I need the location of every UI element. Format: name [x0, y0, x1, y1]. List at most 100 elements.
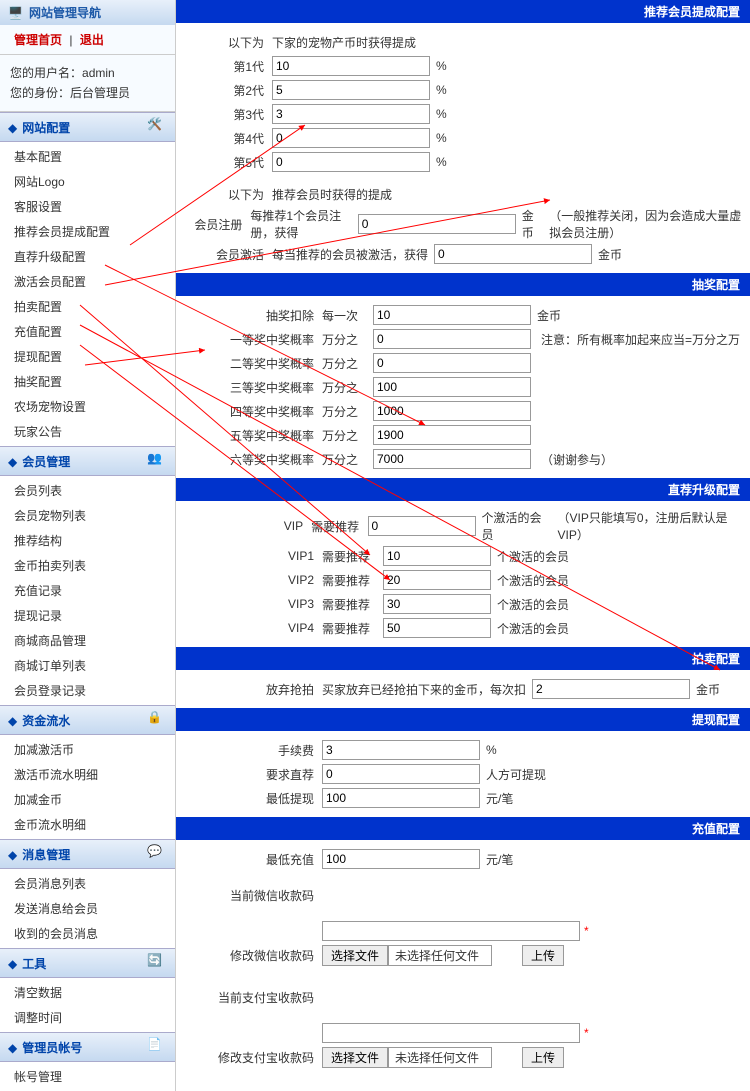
gen-label: 第4代 [184, 130, 272, 147]
sidebar-item[interactable]: 加减金币 [0, 787, 175, 812]
gen-5-input[interactable] [272, 152, 430, 172]
section-title: 工具 [22, 957, 46, 971]
sidebar-item[interactable]: 金币拍卖列表 [0, 553, 175, 578]
panel-upgrade-title: 直荐升级配置 [176, 478, 750, 501]
sidebar-item[interactable]: 激活币流水明细 [0, 762, 175, 787]
sidebar-item[interactable]: 加减激活币 [0, 737, 175, 762]
sidebar-item[interactable]: 金币流水明细 [0, 812, 175, 837]
vip-label: VIP [184, 519, 311, 533]
withdraw-1-input[interactable] [322, 764, 480, 784]
refresh-icon: 🔄 [147, 953, 167, 973]
prize-3-input[interactable] [373, 377, 531, 397]
prize-2-input[interactable] [373, 353, 531, 373]
required-icon: * [584, 1026, 589, 1040]
sidebar-item[interactable]: 客服设置 [0, 194, 175, 219]
gen-1-input[interactable] [272, 56, 430, 76]
sidebar-item[interactable]: 充值记录 [0, 578, 175, 603]
reg-bonus-input[interactable] [358, 214, 516, 234]
vip-0-input[interactable] [368, 516, 476, 536]
vip-1-input[interactable] [383, 546, 491, 566]
sidebar-item[interactable]: 商城订单列表 [0, 653, 175, 678]
logout-link[interactable]: 退出 [80, 33, 104, 47]
sidebar-item[interactable]: 调整时间 [0, 1005, 175, 1030]
main-content: 推荐会员提成配置 以下为下家的宠物产币时获得提成 第1代%第2代%第3代%第4代… [176, 0, 750, 1091]
user-role: 后台管理员 [70, 86, 130, 100]
nav-title: 网站管理导航 [29, 4, 101, 21]
sidebar-item[interactable]: 帐号管理 [0, 1064, 175, 1089]
sidebar-item[interactable]: 清空数据 [0, 980, 175, 1005]
alipay-file-display: 未选择任何文件 [388, 1047, 492, 1068]
alipay-path-input[interactable] [322, 1023, 580, 1043]
users-icon: 👥 [147, 451, 167, 471]
user-info: 您的用户名：admin 您的身份：后台管理员 [0, 55, 175, 112]
sidebar-item[interactable]: 激活会员配置 [0, 269, 175, 294]
sidebar-item[interactable]: 提现记录 [0, 603, 175, 628]
gen-label: 第2代 [184, 82, 272, 99]
gen-label: 第5代 [184, 154, 272, 171]
sidebar-item[interactable]: 会员宠物列表 [0, 503, 175, 528]
sidebar-item[interactable]: 提现配置 [0, 344, 175, 369]
section-title: 网站配置 [22, 121, 70, 135]
section-header-3[interactable]: ◆消息管理💬 [0, 839, 175, 869]
vip-2-input[interactable] [383, 570, 491, 590]
sidebar-item[interactable]: 抽奖配置 [0, 369, 175, 394]
wechat-path-input[interactable] [322, 921, 580, 941]
act-bonus-input[interactable] [434, 244, 592, 264]
prize-5-input[interactable] [373, 425, 531, 445]
panel-lottery-title: 抽奖配置 [176, 273, 750, 296]
section-header-5[interactable]: ◆管理员帐号📄 [0, 1032, 175, 1062]
vip-label: VIP2 [184, 573, 322, 587]
gen-3-input[interactable] [272, 104, 430, 124]
sidebar-item[interactable]: 会员列表 [0, 478, 175, 503]
min-recharge-input[interactable] [322, 849, 480, 869]
panel-referral-title: 推荐会员提成配置 [176, 0, 750, 23]
sidebar-item[interactable]: 推荐会员提成配置 [0, 219, 175, 244]
section-header-4[interactable]: ◆工具🔄 [0, 948, 175, 978]
prize-label: 一等奖中奖概率 [184, 331, 322, 348]
choose-file-alipay[interactable]: 选择文件 [322, 1047, 388, 1068]
sidebar-item[interactable]: 收到的会员消息 [0, 921, 175, 946]
withdraw-label: 最低提现 [184, 790, 322, 807]
sidebar-item[interactable]: 直荐升级配置 [0, 244, 175, 269]
upload-alipay-button[interactable]: 上传 [522, 1047, 564, 1068]
monitor-icon: 🖥️ [8, 6, 23, 20]
prize-1-input[interactable] [373, 329, 531, 349]
sidebar-item[interactable]: 发送消息给会员 [0, 896, 175, 921]
admin-home-link[interactable]: 管理首页 [14, 33, 62, 47]
sidebar-item[interactable]: 玩家公告 [0, 419, 175, 444]
section-header-0[interactable]: ◆网站配置🛠️ [0, 112, 175, 142]
withdraw-0-input[interactable] [322, 740, 480, 760]
sidebar-item[interactable]: 网站Logo [0, 169, 175, 194]
vip-label: VIP3 [184, 597, 322, 611]
vip-3-input[interactable] [383, 594, 491, 614]
gen-label: 第1代 [184, 58, 272, 75]
tools-icon: 🛠️ [147, 117, 167, 137]
sidebar-item[interactable]: 商城商品管理 [0, 628, 175, 653]
sidebar-item[interactable]: 会员登录记录 [0, 678, 175, 703]
gen-4-input[interactable] [272, 128, 430, 148]
section-title: 消息管理 [22, 848, 70, 862]
sidebar-item[interactable]: 拍卖配置 [0, 294, 175, 319]
gen-2-input[interactable] [272, 80, 430, 100]
auction-penalty-input[interactable] [532, 679, 690, 699]
required-icon: * [584, 924, 589, 938]
withdraw-label: 手续费 [184, 742, 322, 759]
sidebar-item[interactable]: 农场宠物设置 [0, 394, 175, 419]
sidebar-item[interactable]: 会员消息列表 [0, 871, 175, 896]
lottery-deduct-input[interactable] [373, 305, 531, 325]
section-header-1[interactable]: ◆会员管理👥 [0, 446, 175, 476]
vip-4-input[interactable] [383, 618, 491, 638]
sidebar-item[interactable]: 基本配置 [0, 144, 175, 169]
chat-icon: 💬 [147, 844, 167, 864]
section-header-2[interactable]: ◆资金流水🔒 [0, 705, 175, 735]
sidebar-item[interactable]: 充值配置 [0, 319, 175, 344]
prize-6-input[interactable] [373, 449, 531, 469]
withdraw-2-input[interactable] [322, 788, 480, 808]
prize-label: 五等奖中奖概率 [184, 427, 322, 444]
choose-file-wechat[interactable]: 选择文件 [322, 945, 388, 966]
section-title: 资金流水 [22, 714, 70, 728]
sidebar-item[interactable]: 推荐结构 [0, 528, 175, 553]
vip-label: VIP4 [184, 621, 322, 635]
upload-wechat-button[interactable]: 上传 [522, 945, 564, 966]
prize-4-input[interactable] [373, 401, 531, 421]
